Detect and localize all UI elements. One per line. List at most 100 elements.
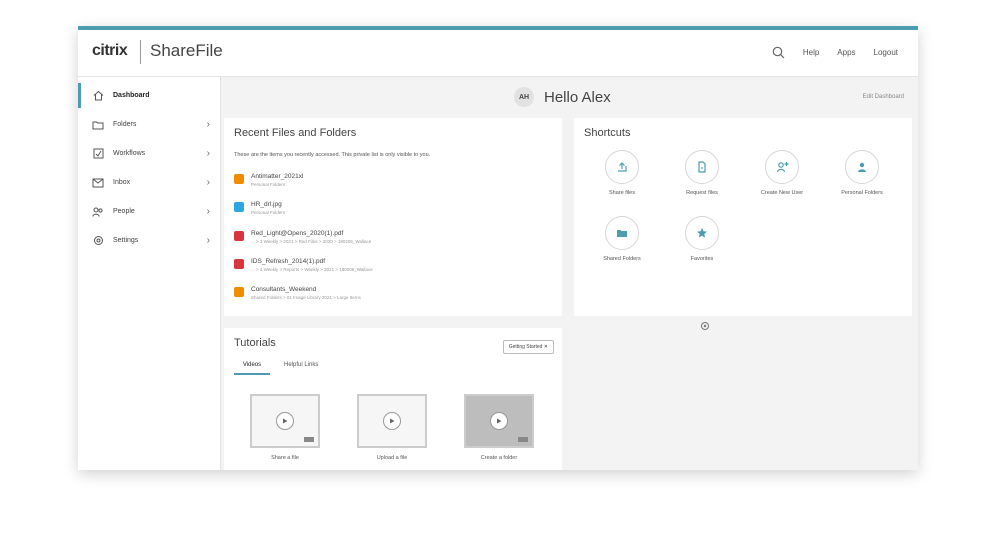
video-thumbnail xyxy=(464,394,534,448)
play-icon xyxy=(490,412,508,430)
video-label: Create a folder xyxy=(480,455,518,461)
video-label: Upload a file xyxy=(376,455,408,461)
dashboard-greeting: AH Hello Alex xyxy=(514,87,611,107)
getting-started-button[interactable]: Getting Started ✕ xyxy=(502,340,554,354)
pdf-file-icon xyxy=(234,259,244,269)
duration-tag xyxy=(518,437,528,442)
shared-folders-icon xyxy=(605,216,639,250)
pdf-file-icon xyxy=(234,231,244,241)
tutorial-tabs: Videos Helpful Links xyxy=(234,362,318,375)
file-icon xyxy=(234,287,244,297)
video-upload-file[interactable]: Upload a file xyxy=(357,394,427,461)
shortcuts-panel: Shortcuts Share files Request files Crea… xyxy=(574,118,912,330)
shortcut-label: Share files xyxy=(609,190,635,196)
play-icon xyxy=(276,412,294,430)
shortcut-label: Shared Folders xyxy=(603,256,641,262)
sidebar-item-workflows[interactable]: Workflows › xyxy=(78,139,220,168)
sidebar-item-label: Dashboard xyxy=(113,92,150,99)
add-user-icon xyxy=(765,150,799,184)
list-item[interactable]: Antimatter_2021xl Personal Folders xyxy=(234,173,303,187)
sidebar-item-inbox[interactable]: Inbox › xyxy=(78,168,220,197)
citrix-logo[interactable]: citrix xyxy=(92,42,128,60)
shortcut-shared-folders[interactable]: Shared Folders xyxy=(582,216,662,262)
shortcut-share-files[interactable]: Share files xyxy=(582,150,662,196)
shortcut-personal-folders[interactable]: Personal Folders xyxy=(822,150,902,196)
inbox-icon xyxy=(92,177,104,189)
getting-started-label: Getting Started xyxy=(508,344,543,350)
file-name: Consultants_Weekend xyxy=(251,286,317,293)
file-name: IDS_Refresh_2014(1).pdf xyxy=(251,258,326,265)
file-location: ... > 3 Weekly > 2021 > Red Files > 2020… xyxy=(251,239,372,244)
file-name: HR_drl.jpg xyxy=(251,201,282,208)
settings-icon xyxy=(92,235,104,247)
product-name: ShareFile xyxy=(150,41,223,60)
duration-tag xyxy=(304,437,314,442)
sidebar-item-label: Folders xyxy=(113,121,137,128)
video-thumbnail xyxy=(250,394,320,448)
sidebar-item-label: People xyxy=(113,208,135,215)
avatar[interactable]: AH xyxy=(514,87,534,107)
greeting-text: Hello Alex xyxy=(544,88,611,106)
help-link[interactable]: Help xyxy=(803,48,819,57)
recent-files-panel: Recent Files and Folders These are the i… xyxy=(224,118,562,316)
apps-link[interactable]: Apps xyxy=(837,48,855,57)
sidebar-item-label: Settings xyxy=(113,237,139,244)
workflow-icon xyxy=(92,148,104,160)
sidebar-item-people[interactable]: People › xyxy=(78,197,220,226)
top-bar: citrix ShareFile Help Apps Logout xyxy=(78,30,918,77)
close-icon: ✕ xyxy=(543,344,548,350)
video-create-folder[interactable]: Create a folder xyxy=(464,394,534,461)
shortcut-label: Create New User xyxy=(760,190,804,196)
list-item[interactable]: HR_drl.jpg Personal Folders xyxy=(234,201,285,215)
shortcuts-title: Shortcuts xyxy=(584,127,631,139)
chevron-right-icon: › xyxy=(206,148,210,159)
chevron-right-icon: › xyxy=(206,177,210,188)
file-location: Personal Folders xyxy=(251,182,286,187)
edit-dashboard-link[interactable]: Edit Dashboard xyxy=(863,94,904,100)
logout-link[interactable]: Logout xyxy=(874,48,898,57)
request-files-icon xyxy=(685,150,719,184)
chevron-right-icon: › xyxy=(206,235,210,246)
app-window: citrix ShareFile Help Apps Logout Dashbo… xyxy=(78,26,918,470)
list-item[interactable]: Red_Light@Opens_2020(1).pdf ... > 3 Week… xyxy=(234,230,371,244)
personal-folders-icon xyxy=(845,150,879,184)
sidebar: Dashboard Folders › Workflows › Inbox › xyxy=(78,77,221,470)
tutorials-panel: Tutorials Getting Started ✕ Videos Helpf… xyxy=(224,328,562,470)
file-icon xyxy=(234,174,244,184)
recent-files-description: These are the items you recently accesse… xyxy=(234,152,431,158)
list-item[interactable]: Consultants_Weekend Shared Folders > 01 … xyxy=(234,286,361,300)
logo-divider xyxy=(140,40,141,64)
video-label: Share a file xyxy=(271,455,299,461)
shortcut-create-user[interactable]: Create New User xyxy=(742,150,822,196)
shortcut-label: Personal Folders xyxy=(841,190,883,196)
recent-files-title: Recent Files and Folders xyxy=(234,127,357,139)
file-name: Red_Light@Opens_2020(1).pdf xyxy=(251,230,344,237)
share-files-icon xyxy=(605,150,639,184)
people-icon xyxy=(92,206,104,218)
chevron-right-icon: › xyxy=(206,206,210,217)
chevron-right-icon: › xyxy=(206,119,210,130)
sidebar-item-label: Inbox xyxy=(113,179,131,186)
video-share-file[interactable]: Share a file xyxy=(250,394,320,461)
video-thumbnail xyxy=(357,394,427,448)
shortcut-favorites[interactable]: Favorites xyxy=(662,216,742,262)
home-icon xyxy=(92,90,104,102)
file-name: Antimatter_2021xl xyxy=(251,173,304,180)
customize-shortcuts-gear-icon[interactable] xyxy=(700,318,710,336)
sidebar-item-dashboard[interactable]: Dashboard xyxy=(78,81,220,110)
top-actions: Help Apps Logout xyxy=(772,46,898,59)
tab-helpful-links[interactable]: Helpful Links xyxy=(284,362,318,375)
shortcut-request-files[interactable]: Request files xyxy=(662,150,742,196)
folder-icon xyxy=(92,119,104,131)
sidebar-item-folders[interactable]: Folders › xyxy=(78,110,220,139)
list-item[interactable]: IDS_Refresh_2014(1).pdf ... > 4 Weekly >… xyxy=(234,258,373,272)
file-location: ... > 4 Weekly > Reports > Weekly > 2021… xyxy=(251,267,373,272)
file-location: Shared Folders > 01 Image Library 2021 >… xyxy=(251,295,361,300)
favorites-icon xyxy=(685,216,719,250)
search-icon[interactable] xyxy=(772,46,785,59)
sidebar-item-label: Workflows xyxy=(113,150,146,157)
tab-videos[interactable]: Videos xyxy=(234,362,270,375)
tutorials-title: Tutorials xyxy=(234,337,276,349)
sidebar-item-settings[interactable]: Settings › xyxy=(78,226,220,255)
shortcut-label: Favorites xyxy=(690,256,714,262)
